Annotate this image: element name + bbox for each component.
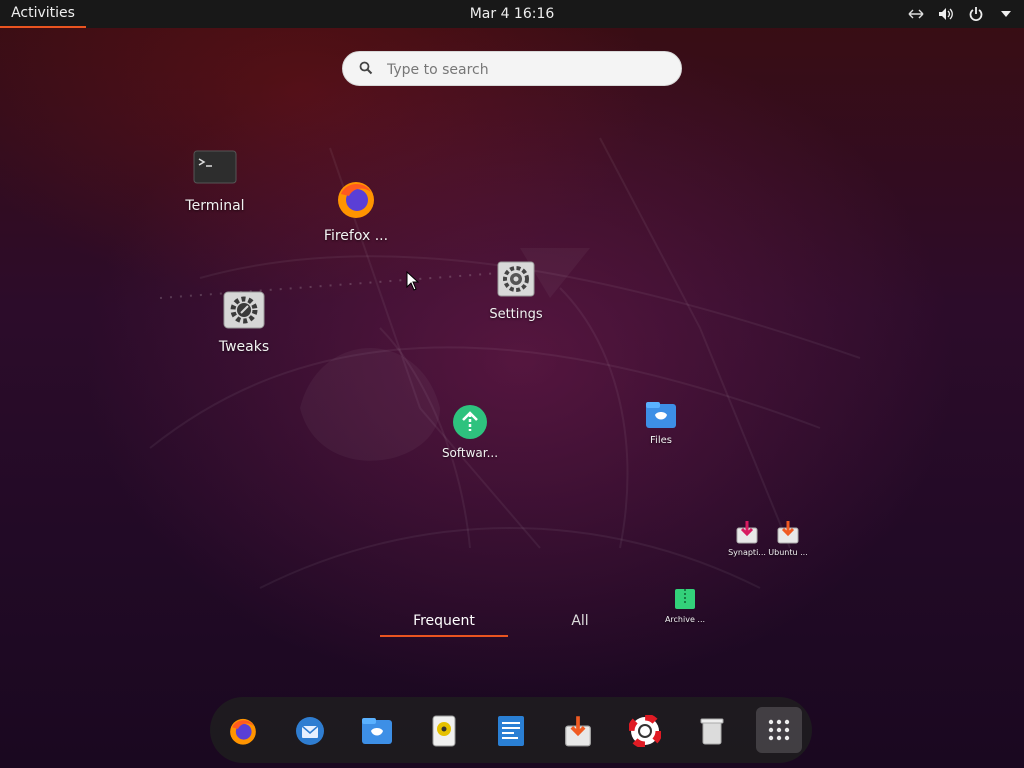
clock-area: Mar 4 16:16 (0, 0, 1024, 28)
dock-thunderbird[interactable] (289, 710, 331, 752)
software-install-icon (565, 716, 591, 747)
libreoffice-writer-icon (498, 716, 524, 746)
app-files[interactable]: Files (636, 401, 686, 446)
show-applications-icon (768, 719, 790, 741)
search-input[interactable] (385, 58, 669, 82)
wallpaper-art (149, 137, 861, 589)
rhythmbox-icon (432, 715, 456, 747)
app-label: Ubuntu ... (768, 548, 808, 557)
trash-icon (700, 718, 724, 745)
activities-button[interactable]: Activities (0, 0, 86, 28)
firefox-icon (338, 182, 374, 218)
ubuntu-software-icon (777, 521, 799, 544)
help-icon (629, 715, 661, 747)
tab-frequent[interactable]: Frequent (380, 613, 508, 637)
dock-files[interactable] (356, 710, 398, 752)
show-applications-button[interactable] (756, 707, 802, 753)
dock-software-install[interactable] (557, 710, 599, 752)
dock-trash[interactable] (691, 710, 733, 752)
search-icon (359, 61, 373, 75)
app-archive-manager[interactable]: Archive ... (662, 588, 708, 624)
thunderbird-icon (296, 717, 324, 745)
app-label: Synapti... (728, 548, 766, 557)
app-label: Terminal (185, 198, 245, 214)
system-menu[interactable] (908, 0, 1014, 28)
app-label: Softwar... (441, 446, 499, 460)
dock-firefox[interactable] (222, 710, 264, 752)
dock-writer[interactable] (490, 710, 532, 752)
app-label: Archive ... (664, 615, 706, 624)
search-bar[interactable] (342, 51, 682, 86)
app-label: Files (650, 435, 672, 446)
mouse-cursor-icon (406, 271, 420, 291)
software-icon (453, 405, 487, 439)
app-software[interactable]: Softwar... (432, 404, 508, 460)
chevron-down-icon[interactable] (998, 6, 1014, 22)
dock-help[interactable] (624, 710, 666, 752)
dock (210, 697, 812, 763)
app-terminal[interactable]: Terminal (175, 150, 255, 214)
files-icon (646, 402, 676, 428)
app-synaptic[interactable]: Synapti... (726, 520, 768, 557)
network-icon[interactable] (908, 6, 924, 22)
dock-rhythmbox[interactable] (423, 710, 465, 752)
synaptic-icon (736, 521, 758, 544)
volume-icon[interactable] (938, 6, 954, 22)
app-label: Settings (489, 307, 543, 322)
app-label: Tweaks (218, 339, 270, 355)
app-ubuntu-software[interactable]: Ubuntu ... (767, 520, 809, 557)
app-tweaks[interactable]: Tweaks (204, 291, 284, 355)
archive-icon (675, 589, 695, 609)
firefox-icon (230, 718, 256, 745)
app-firefox[interactable]: Firefox ... (316, 178, 396, 244)
top-bar: Activities Mar 4 16:16 (0, 0, 1024, 28)
files-icon (362, 718, 392, 744)
terminal-icon (193, 150, 237, 184)
settings-icon (497, 261, 535, 297)
tweaks-icon (223, 291, 265, 329)
app-settings[interactable]: Settings (476, 261, 556, 322)
clock[interactable]: Mar 4 16:16 (470, 6, 555, 22)
tab-all[interactable]: All (540, 613, 620, 629)
power-icon[interactable] (968, 6, 984, 22)
app-label: Firefox ... (323, 228, 389, 244)
